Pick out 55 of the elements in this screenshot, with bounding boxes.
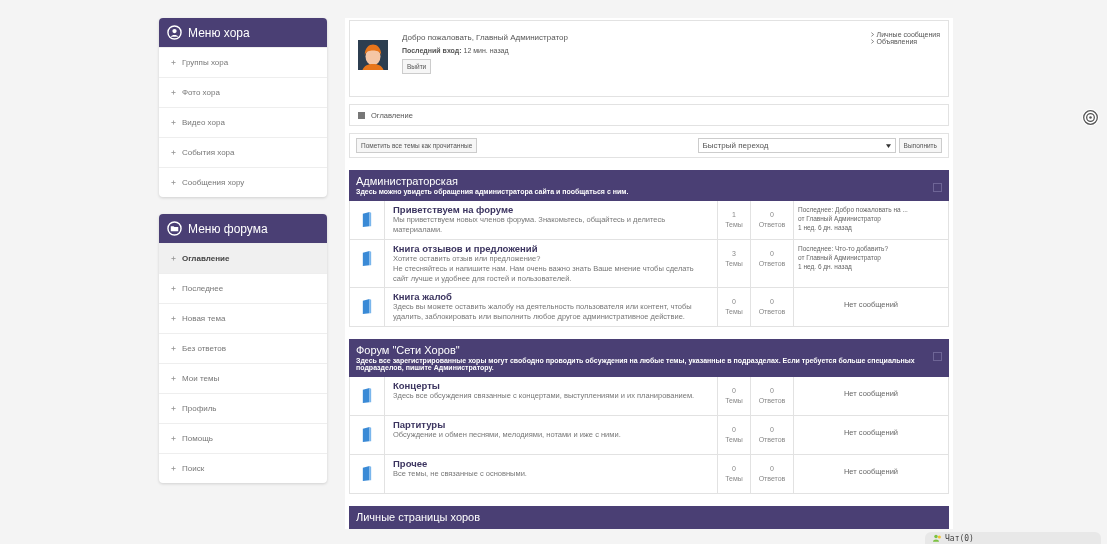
user-icon [167,25,182,40]
plus-icon [171,286,176,291]
collapse-icon[interactable] [933,183,942,192]
quick-jump-select[interactable]: Быстрый переход [697,138,896,153]
category-title[interactable]: Администраторская [356,175,629,187]
welcome-text: Добро пожаловать, Главный Администратор [402,33,568,42]
menu-item[interactable]: Помощь [159,423,327,453]
plus-icon [171,60,176,65]
plus-icon [171,316,176,321]
plus-icon [171,256,176,261]
menu-item[interactable]: Сообщения хору [159,167,327,197]
book-icon [362,298,372,316]
plus-icon [171,406,176,411]
chat-tab[interactable]: Чат(0) [925,532,1101,544]
target-icon[interactable] [1082,109,1099,126]
folder-icon [167,221,182,236]
plus-icon [171,120,176,125]
menu-title: Меню форума [188,221,268,236]
menu-item[interactable]: Поиск [159,453,327,483]
book-icon [362,211,372,228]
plus-icon [171,436,176,441]
forum-title[interactable]: Приветствуем на форуме [393,204,709,215]
forum-title[interactable]: Книга жалоб [393,291,709,303]
menu-item[interactable]: Оглавление [159,243,327,273]
menu-item[interactable]: Без ответов [159,333,327,363]
plus-icon [171,346,176,351]
book-icon [362,426,372,444]
menu-item[interactable]: Последнее [159,273,327,303]
category-title[interactable]: Форум "Сети Хоров" [356,344,933,357]
menu-item[interactable]: Фото хора [159,77,327,107]
menu-item[interactable]: Новая тема [159,303,327,333]
forum-title[interactable]: Концерты [393,380,709,392]
book-icon [362,465,372,483]
plus-icon [171,150,176,155]
menu-item[interactable]: Профиль [159,393,327,423]
book-icon [362,387,372,405]
menu-item[interactable]: Мои темы [159,363,327,393]
menu-item[interactable]: Видео хора [159,107,327,137]
category-title[interactable]: Личные страницы хоров [356,511,481,524]
forum-title[interactable]: Прочее [393,458,709,470]
chat-label: Чат(0) [945,534,974,543]
menu-item[interactable]: События хора [159,137,327,167]
caret-icon [885,143,891,148]
forum-title[interactable]: Книга отзывов и предложений [393,243,709,254]
book-icon [362,250,372,267]
menu-item[interactable]: Группы хора [159,47,327,77]
square-icon [358,111,365,119]
collapse-icon[interactable] [933,352,942,362]
forum-title[interactable]: Партитуры [393,419,709,431]
menu-title: Меню хора [188,25,250,40]
people-icon [933,534,942,542]
plus-icon [171,90,176,95]
plus-icon [171,180,176,185]
plus-icon [171,376,176,381]
plus-icon [171,466,176,471]
